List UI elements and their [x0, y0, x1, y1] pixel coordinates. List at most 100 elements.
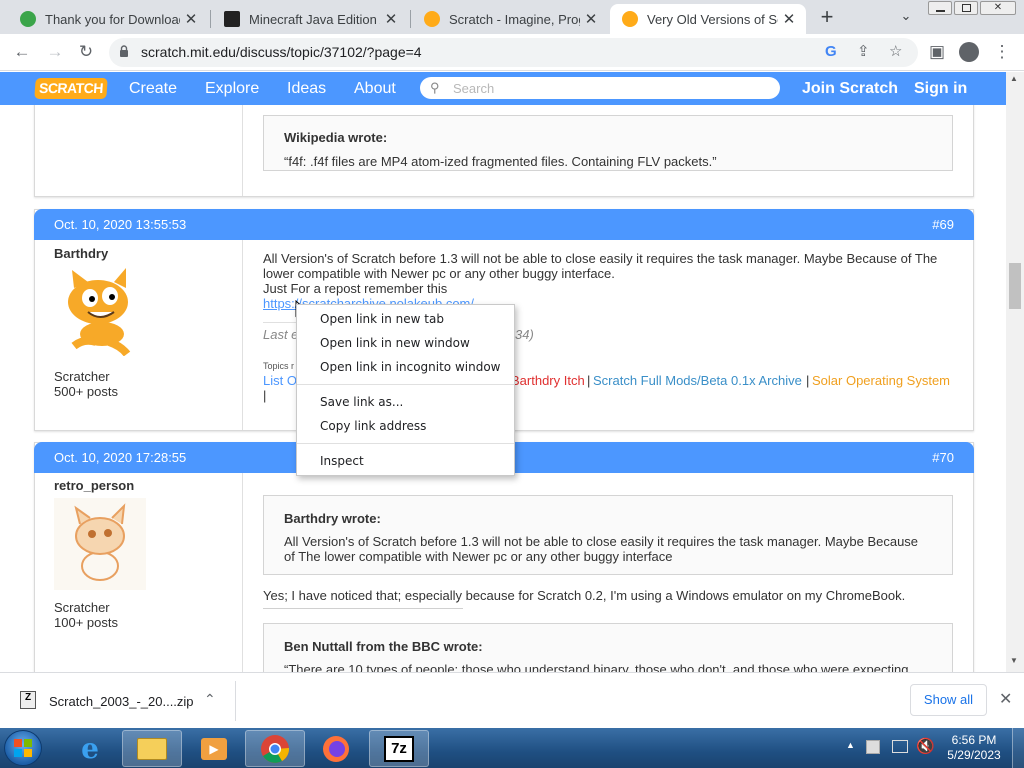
start-button[interactable]	[4, 730, 42, 766]
url-text: scratch.mit.edu/discuss/topic/37102/?pag…	[141, 44, 422, 60]
sig-link-archive[interactable]: Scratch Full Mods/Beta 0.1x Archive	[593, 373, 802, 388]
sig-link-itch[interactable]: Barthdry Itch	[511, 373, 585, 388]
post-number[interactable]: #69	[932, 217, 954, 232]
address-bar[interactable]: scratch.mit.edu/discuss/topic/37102/?pag…	[109, 38, 918, 67]
download-file-name[interactable]: Scratch_2003_-_20....zip	[49, 694, 194, 709]
lock-icon	[119, 44, 129, 57]
minimize-button[interactable]	[928, 1, 952, 15]
tab-thank-you[interactable]: Thank you for Downloading ✕	[8, 4, 208, 34]
forward-icon[interactable]: →	[43, 40, 67, 64]
reload-icon[interactable]: ↻	[74, 40, 98, 64]
nav-create[interactable]: Create	[129, 72, 177, 105]
menu-kebab-icon[interactable]: ⋮	[990, 40, 1014, 64]
username[interactable]: retro_person	[54, 478, 134, 493]
sig-separator: |	[263, 388, 267, 403]
tab-scratch-home[interactable]: Scratch - Imagine, Program, Share ✕	[412, 4, 608, 34]
show-all-button[interactable]: Show all	[910, 684, 987, 716]
menu-separator	[297, 384, 514, 385]
browser-toolbar: ← → ↻ scratch.mit.edu/discuss/topic/3710…	[0, 34, 1024, 71]
sig-link-solar[interactable]: Solar Operating System	[812, 373, 950, 388]
scroll-thumb[interactable]	[1009, 263, 1021, 309]
tab-title: Minecraft Java Edition Archive	[249, 11, 380, 27]
tab-favicon-icon	[20, 11, 36, 27]
file-explorer-icon[interactable]	[122, 730, 182, 767]
restore-button[interactable]	[954, 1, 978, 15]
scroll-down-icon[interactable]: ▼	[1010, 656, 1018, 665]
restore-icon	[962, 4, 971, 12]
search-icon: ⚲	[430, 80, 440, 95]
last-edited: Last e	[263, 327, 299, 342]
post-body-line: All Version's of Scratch before 1.3 will…	[263, 251, 938, 266]
scroll-up-icon[interactable]: ▲	[1010, 74, 1018, 83]
user-avatar[interactable]	[54, 498, 146, 590]
nav-about[interactable]: About	[354, 72, 396, 105]
quote-box: Ben Nuttall from the BBC wrote: “There a…	[263, 623, 953, 672]
tab-search-icon[interactable]: ⌄	[896, 8, 916, 24]
post-date: Oct. 10, 2020 17:28:55	[54, 450, 187, 465]
search-input[interactable]: ⚲ Search	[420, 77, 780, 99]
seven-zip-icon[interactable]: 7z	[369, 730, 429, 767]
sig-link[interactable]: List O	[263, 373, 297, 388]
menu-save-link-as[interactable]: Save link as...	[297, 390, 514, 414]
download-shelf: Z Scratch_2003_-_20....zip ⌃ Show all ✕	[0, 672, 1024, 728]
scratch-cat-avatar[interactable]	[54, 264, 146, 357]
tab-divider	[210, 10, 211, 28]
google-lens-icon[interactable]: G	[825, 43, 837, 60]
chevron-up-icon[interactable]: ⌃	[204, 691, 216, 708]
post-sidebar: retro_person Scratcher 100+ posts	[35, 473, 243, 672]
tray-expand-icon[interactable]: ▲	[846, 740, 855, 750]
window-close-button[interactable]: ✕	[980, 1, 1016, 15]
menu-open-new-tab[interactable]: Open link in new tab	[297, 307, 514, 331]
tab-minecraft[interactable]: Minecraft Java Edition Archive ✕	[212, 4, 408, 34]
post-number[interactable]: #70	[932, 450, 954, 465]
tab-title: Scratch - Imagine, Program, Share	[449, 11, 580, 27]
side-panel-icon[interactable]: ▣	[925, 40, 949, 64]
quote-text: of The lower compatible with Newer pc or…	[284, 549, 673, 564]
close-icon[interactable]: ✕	[778, 10, 800, 28]
tab-divider	[410, 10, 411, 28]
post-body: All Version's of Scratch before 1.3 will…	[263, 251, 963, 311]
network-icon[interactable]	[892, 740, 908, 753]
back-icon[interactable]: ←	[10, 40, 34, 64]
media-player-icon[interactable]: ▶	[184, 730, 244, 767]
join-scratch-link[interactable]: Join Scratch	[802, 72, 898, 105]
sig-separator: |	[806, 373, 810, 388]
clock[interactable]: 6:56 PM 5/29/2023	[944, 733, 1004, 763]
volume-icon[interactable]: 🔇	[916, 737, 935, 755]
reply-text: Yes; I have noticed that; especially bec…	[263, 588, 906, 603]
new-tab-button[interactable]: +	[816, 4, 838, 30]
show-desktop-button[interactable]	[1012, 728, 1024, 768]
post-sidebar: Barthdry Scratcher 500+ posts	[35, 240, 243, 430]
shelf-divider	[235, 681, 236, 721]
sign-in-link[interactable]: Sign in	[914, 72, 967, 105]
firefox-icon[interactable]	[306, 730, 366, 767]
bookmark-star-icon[interactable]: ☆	[889, 42, 902, 60]
menu-open-incognito[interactable]: Open link in incognito window	[297, 355, 514, 379]
share-icon[interactable]: ⇪	[857, 42, 870, 60]
menu-open-new-window[interactable]: Open link in new window	[297, 331, 514, 355]
context-menu: Open link in new tab Open link in new wi…	[296, 304, 515, 476]
quote-author: Ben Nuttall from the BBC wrote:	[284, 639, 483, 654]
menu-inspect[interactable]: Inspect	[297, 449, 514, 473]
nav-ideas[interactable]: Ideas	[287, 72, 326, 105]
action-center-icon[interactable]	[866, 740, 880, 754]
close-icon[interactable]: ✕	[580, 10, 602, 28]
clock-date: 5/29/2023	[947, 748, 1001, 762]
nav-explore[interactable]: Explore	[205, 72, 259, 105]
internet-explorer-icon[interactable]: e	[60, 730, 120, 767]
chrome-icon[interactable]	[245, 730, 305, 767]
page-scrollbar[interactable]: ▲ ▼	[1006, 72, 1024, 672]
tab-title: Very Old Versions of Scratch	[647, 11, 778, 27]
post-date: Oct. 10, 2020 13:55:53	[54, 217, 187, 232]
close-icon[interactable]: ✕	[380, 10, 402, 28]
quote-author: Barthdry wrote:	[284, 511, 381, 526]
close-icon[interactable]: ✕	[180, 10, 202, 28]
user-rank: Scratcher	[54, 369, 110, 384]
profile-avatar-icon[interactable]	[959, 42, 979, 62]
tab-very-old-versions[interactable]: Very Old Versions of Scratch ✕	[610, 4, 806, 34]
scratch-logo[interactable]: SCRATCH	[34, 78, 108, 99]
menu-copy-link-address[interactable]: Copy link address	[297, 414, 514, 438]
username[interactable]: Barthdry	[54, 246, 108, 261]
close-shelf-icon[interactable]: ✕	[999, 689, 1012, 709]
minimize-icon	[936, 10, 945, 12]
